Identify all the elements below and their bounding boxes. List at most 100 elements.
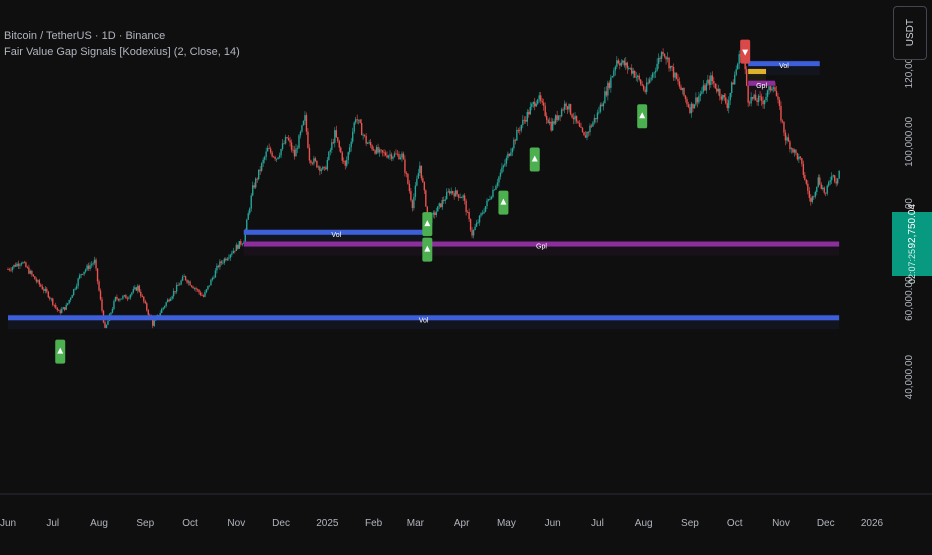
candle-body <box>631 67 633 74</box>
candle-body <box>93 259 96 264</box>
x-axis-tick-label: Jul <box>591 518 604 529</box>
candle-body <box>466 211 469 213</box>
bull-signal-marker[interactable] <box>637 104 648 129</box>
candle-body <box>526 111 528 122</box>
x-axis-tick-label: Nov <box>227 518 245 529</box>
candle-body <box>616 60 618 67</box>
candle-body <box>250 195 252 209</box>
candle-body <box>838 170 840 179</box>
candle-body <box>74 288 76 290</box>
candle-body <box>225 258 227 261</box>
candle-body <box>723 94 725 98</box>
candle-body <box>596 112 599 120</box>
currency-button[interactable]: USDT <box>893 6 927 60</box>
candle-body <box>365 135 367 144</box>
candle-body <box>535 103 537 107</box>
candle-body <box>405 172 408 174</box>
candle-body <box>759 95 761 97</box>
candle-body <box>478 215 481 223</box>
x-axis-tick-label: Sep <box>681 518 699 529</box>
candle-body <box>714 83 717 89</box>
candle-body <box>754 94 757 101</box>
candle-body <box>422 178 424 183</box>
candle-body <box>716 88 718 92</box>
candle-body <box>32 274 35 277</box>
candle-body <box>807 183 809 191</box>
candle-body <box>657 57 660 64</box>
candle-body <box>286 137 288 139</box>
candle-body <box>219 261 221 267</box>
fvg-zone-label: Vol <box>419 317 429 324</box>
candle-body <box>520 125 523 131</box>
x-axis-tick-label: Sep <box>136 518 154 529</box>
candle-body <box>186 280 188 283</box>
candle-body <box>650 77 652 80</box>
candle-body <box>632 70 634 74</box>
candle-body <box>359 119 361 123</box>
candle-body <box>41 286 44 290</box>
candle-body <box>90 264 93 266</box>
x-axis-tick-label: 2025 <box>316 518 339 529</box>
candle-body <box>440 203 442 208</box>
bull-signal-marker[interactable] <box>422 212 433 237</box>
candle-body <box>619 63 621 66</box>
indicator-title[interactable]: Fair Value Gap Signals [Kodexius] (2, Cl… <box>4 46 240 58</box>
candle-body <box>719 89 721 97</box>
candle-body <box>451 191 454 194</box>
candle-body <box>217 265 220 267</box>
candle-body <box>448 191 451 194</box>
candle-body <box>459 197 461 199</box>
candle-body <box>681 87 684 91</box>
candle-body <box>468 211 470 220</box>
candle-body <box>389 154 391 156</box>
candle-body <box>256 178 258 180</box>
candle-body <box>453 193 455 197</box>
candle-body <box>659 57 661 59</box>
candle-body <box>804 174 806 180</box>
candle-body <box>222 262 224 264</box>
candle-body <box>493 189 496 191</box>
candle-body <box>566 106 569 110</box>
candle-body <box>220 261 223 263</box>
candle-body <box>28 267 30 274</box>
candle-body <box>734 74 736 85</box>
bull-signal-marker[interactable] <box>422 237 433 262</box>
chart-area[interactable]: VolVolGplVolGpl 120,000.00100,000.0080,0… <box>0 0 932 550</box>
bull-signal-marker[interactable] <box>529 147 540 172</box>
candle-body <box>50 298 52 300</box>
candle-body <box>295 148 297 157</box>
candle-body <box>796 153 799 160</box>
candle-body <box>123 295 126 297</box>
candle-body <box>134 287 136 290</box>
candle-body <box>98 281 100 291</box>
candle-body <box>640 79 642 85</box>
candle-body <box>298 135 300 149</box>
candle-body <box>522 119 524 126</box>
candle-body <box>253 185 255 188</box>
candle-body <box>314 158 317 161</box>
candle-body <box>432 212 434 215</box>
candle-body <box>25 262 27 268</box>
price-chart[interactable]: VolVolGplVolGpl 120,000.00100,000.0080,0… <box>0 0 932 550</box>
candle-body <box>537 99 539 104</box>
candle-body <box>614 66 617 71</box>
candle-body <box>183 276 185 277</box>
candle-body <box>465 200 467 212</box>
candle-body <box>710 75 712 85</box>
x-axis-tick-label: May <box>497 518 516 529</box>
candle-body <box>147 310 149 315</box>
candle-body <box>113 301 115 309</box>
candle-body <box>517 129 520 131</box>
candle-body <box>237 244 239 249</box>
candle-body <box>548 121 551 124</box>
bear-signal-marker[interactable] <box>740 39 751 64</box>
candle-body <box>23 262 26 264</box>
fvg-zone-label: Vol <box>779 63 789 70</box>
candle-body <box>13 264 15 268</box>
bull-signal-marker[interactable] <box>55 339 66 364</box>
bull-signal-marker[interactable] <box>498 190 509 215</box>
candle-body <box>310 160 312 163</box>
x-axis-tick-label: Jun <box>0 518 16 529</box>
candle-body <box>193 288 196 289</box>
candle-body <box>483 211 485 214</box>
